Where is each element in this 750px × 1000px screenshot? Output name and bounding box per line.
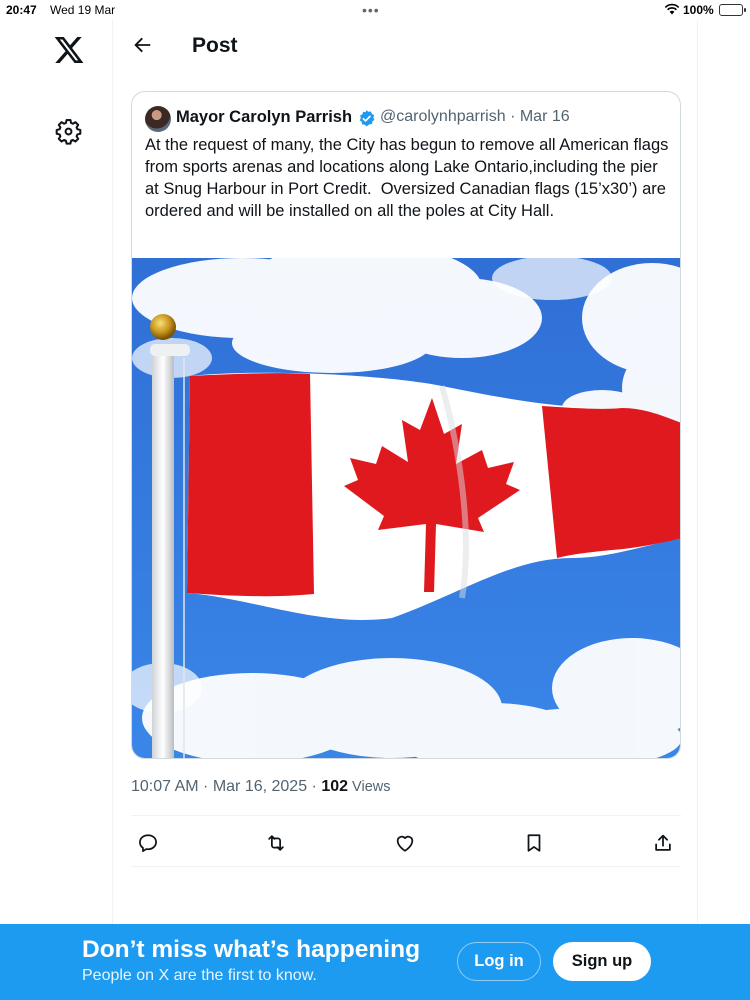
post-meta: 10:07 AM · Mar 16, 2025 · 102 Views xyxy=(131,778,390,796)
page-title: Post xyxy=(192,34,238,57)
divider xyxy=(131,815,681,816)
bookmark-icon xyxy=(527,834,541,852)
multitasking-dots-icon[interactable]: ••• xyxy=(362,2,380,18)
main-column: Post Mayor Carolyn Parrish @carolynhparr… xyxy=(112,20,698,924)
share-button[interactable] xyxy=(646,826,680,860)
canadian-flag-photo[interactable] xyxy=(132,258,681,759)
bookmark-button[interactable] xyxy=(517,826,551,860)
arrow-left-icon[interactable] xyxy=(131,34,153,56)
banner-subtext: People on X are the first to know. xyxy=(82,967,317,984)
reply-button[interactable] xyxy=(131,826,165,860)
reply-icon xyxy=(139,834,157,853)
author-handle-date[interactable]: @carolynhparrish · Mar 16 xyxy=(380,108,570,126)
gear-icon[interactable] xyxy=(55,118,82,145)
repost-icon xyxy=(268,835,284,851)
like-button[interactable] xyxy=(388,826,422,860)
post-action-bar xyxy=(131,826,691,860)
left-rail xyxy=(0,20,112,920)
views-count: 102 xyxy=(321,778,349,795)
quoted-post-card[interactable]: Mayor Carolyn Parrish @carolynhparrish ·… xyxy=(131,91,681,759)
like-icon xyxy=(396,835,414,852)
battery-percentage: 100% xyxy=(683,3,714,17)
signup-button[interactable]: Sign up xyxy=(553,942,651,981)
banner-headline: Don’t miss what’s happening xyxy=(82,936,421,963)
divider xyxy=(131,866,681,867)
x-logo-icon[interactable] xyxy=(52,34,86,66)
wifi-icon xyxy=(664,3,680,15)
verified-badge-icon xyxy=(359,110,375,127)
views-label: Views xyxy=(348,779,391,795)
battery-icon xyxy=(719,4,746,16)
post-text: At the request of many, the City has beg… xyxy=(145,136,673,220)
avatar[interactable] xyxy=(145,106,171,132)
signup-banner: Don’t miss what’s happening People on X … xyxy=(0,924,750,1000)
share-icon xyxy=(655,834,671,851)
repost-button[interactable] xyxy=(259,826,293,860)
status-bar: 20:47 Wed 19 Mar ••• 100% xyxy=(0,0,750,20)
author-name[interactable]: Mayor Carolyn Parrish xyxy=(176,108,352,127)
post-timestamp[interactable]: 10:07 AM · Mar 16, 2025 · xyxy=(131,778,321,795)
status-time: 20:47 xyxy=(6,3,37,17)
login-button[interactable]: Log in xyxy=(457,942,541,981)
status-date: Wed 19 Mar xyxy=(50,3,116,17)
